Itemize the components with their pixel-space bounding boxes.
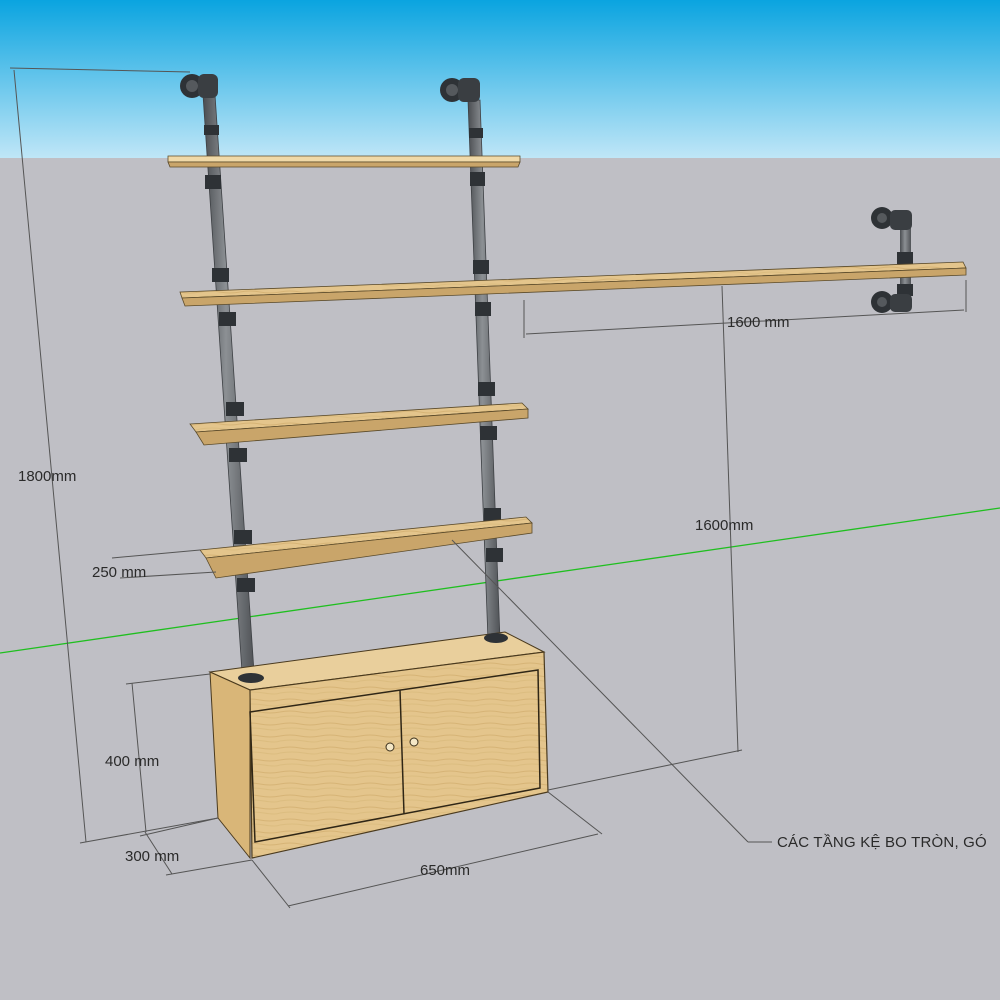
- cabinet-height-label: 400 mm: [105, 753, 159, 770]
- top-shelf: [167, 155, 521, 168]
- long-shelf-height-label: 1600mm: [695, 517, 753, 534]
- shelf-diagram: 1800mm 1600 mm 1600mm 250 mm 400 mm 300 …: [0, 0, 1000, 1000]
- cabinet-depth-label: 300 mm: [125, 848, 179, 865]
- left-door-knob: [385, 742, 395, 752]
- right-wall-flange: [440, 78, 480, 102]
- shelf-note-label: CÁC TẦNG KỆ BO TRÒN, GÓ: [777, 834, 987, 851]
- left-wall-flange: [180, 74, 218, 98]
- shelf-depth-label: 250 mm: [92, 564, 146, 581]
- sky-background: [0, 0, 1000, 158]
- cabinet-width-label: 650mm: [420, 862, 470, 879]
- left-pipe-base: [238, 673, 264, 683]
- long-shelf-length-label: 1600 mm: [727, 314, 790, 331]
- right-door-knob: [409, 737, 419, 747]
- total-height-label: 1800mm: [18, 468, 76, 485]
- right-pipe-base: [484, 633, 508, 643]
